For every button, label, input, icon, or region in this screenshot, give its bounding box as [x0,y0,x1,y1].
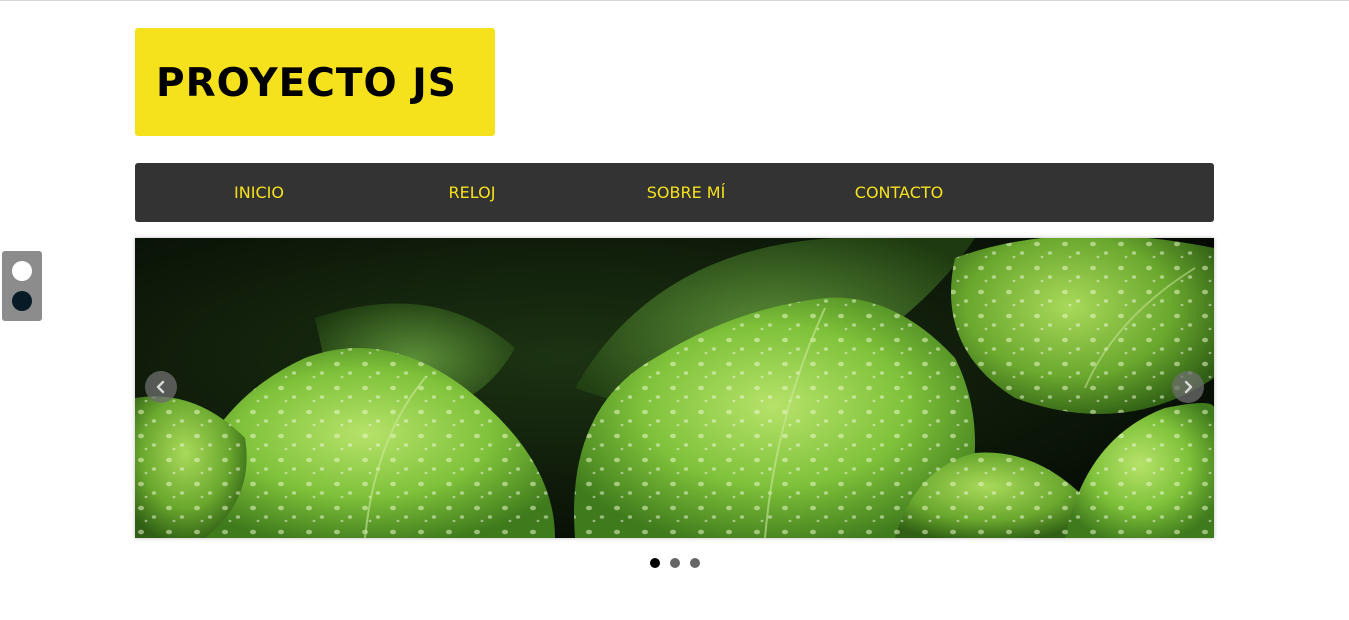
main-menu: INICIO RELOJ SOBRE MÍ CONTACTO [135,163,1214,222]
menu-item-reloj[interactable]: RELOJ [365,163,579,222]
dark-theme-button[interactable] [12,291,32,311]
theme-switcher [2,251,42,321]
slider-pager [650,558,700,568]
chevron-left-icon [156,380,165,394]
chevron-right-icon [1184,380,1193,394]
logo-text: PROYECTO JS [156,60,457,106]
menu-item-sobre-mi[interactable]: SOBRE MÍ [579,163,793,222]
site-logo[interactable]: PROYECTO JS [135,28,495,136]
pager-dot-3[interactable] [690,558,700,568]
slide-image-leaves [135,238,1214,538]
pager-dot-2[interactable] [670,558,680,568]
top-divider [0,0,1349,1]
slider-next-button[interactable] [1172,371,1204,403]
slider-prev-button[interactable] [145,371,177,403]
light-theme-button[interactable] [12,261,32,281]
menu-item-inicio[interactable]: INICIO [152,163,366,222]
menu-item-contacto[interactable]: CONTACTO [792,163,1006,222]
pager-dot-1[interactable] [650,558,660,568]
image-slider [135,238,1214,538]
